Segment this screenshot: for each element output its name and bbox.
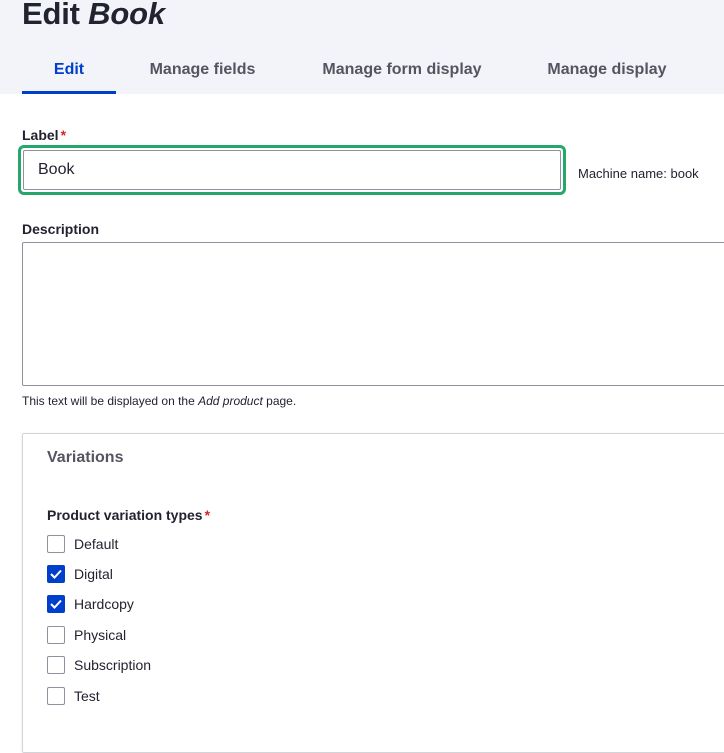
label-input-focus-ring — [18, 145, 566, 195]
checkmark-icon — [50, 599, 62, 609]
machine-name-text: Machine name: book — [578, 166, 699, 181]
primary-tabs: Edit Manage fields Manage form display M… — [0, 48, 724, 94]
page-title: Edit Book — [22, 0, 165, 31]
required-marker: * — [204, 507, 211, 523]
variation-types-label: Product variation types * — [47, 507, 211, 523]
description-help-text: This text will be displayed on the Add p… — [22, 394, 297, 408]
checkbox-label-default: Default — [74, 536, 119, 552]
checkbox-hardcopy[interactable] — [47, 595, 65, 613]
tab-manage-form-display[interactable]: Manage form display — [302, 48, 502, 94]
required-marker: * — [60, 127, 67, 143]
checkbox-label-digital: Digital — [74, 566, 113, 582]
checkmark-icon — [50, 569, 62, 579]
tab-manage-fields[interactable]: Manage fields — [136, 48, 269, 94]
checkbox-label-subscription: Subscription — [74, 657, 152, 673]
variations-fieldset — [22, 433, 724, 753]
variations-legend: Variations — [47, 449, 124, 466]
label-field-label: Label * — [22, 127, 67, 143]
checkbox-label-test: Test — [74, 688, 100, 704]
description-textarea[interactable] — [22, 242, 724, 386]
tab-edit[interactable]: Edit — [22, 48, 116, 94]
checkbox-label-hardcopy: Hardcopy — [74, 596, 134, 612]
checkbox-digital[interactable] — [47, 565, 65, 583]
checkbox-physical[interactable] — [47, 626, 65, 644]
description-field-label: Description — [22, 221, 100, 237]
checkbox-test[interactable] — [47, 687, 65, 705]
checkbox-default[interactable] — [47, 535, 65, 553]
checkbox-subscription[interactable] — [47, 656, 65, 674]
page-header: Edit Book Edit Manage fields Manage form… — [0, 0, 724, 94]
checkbox-label-physical: Physical — [74, 627, 127, 643]
tab-manage-display[interactable]: Manage display — [530, 48, 684, 94]
label-input[interactable] — [23, 150, 561, 190]
